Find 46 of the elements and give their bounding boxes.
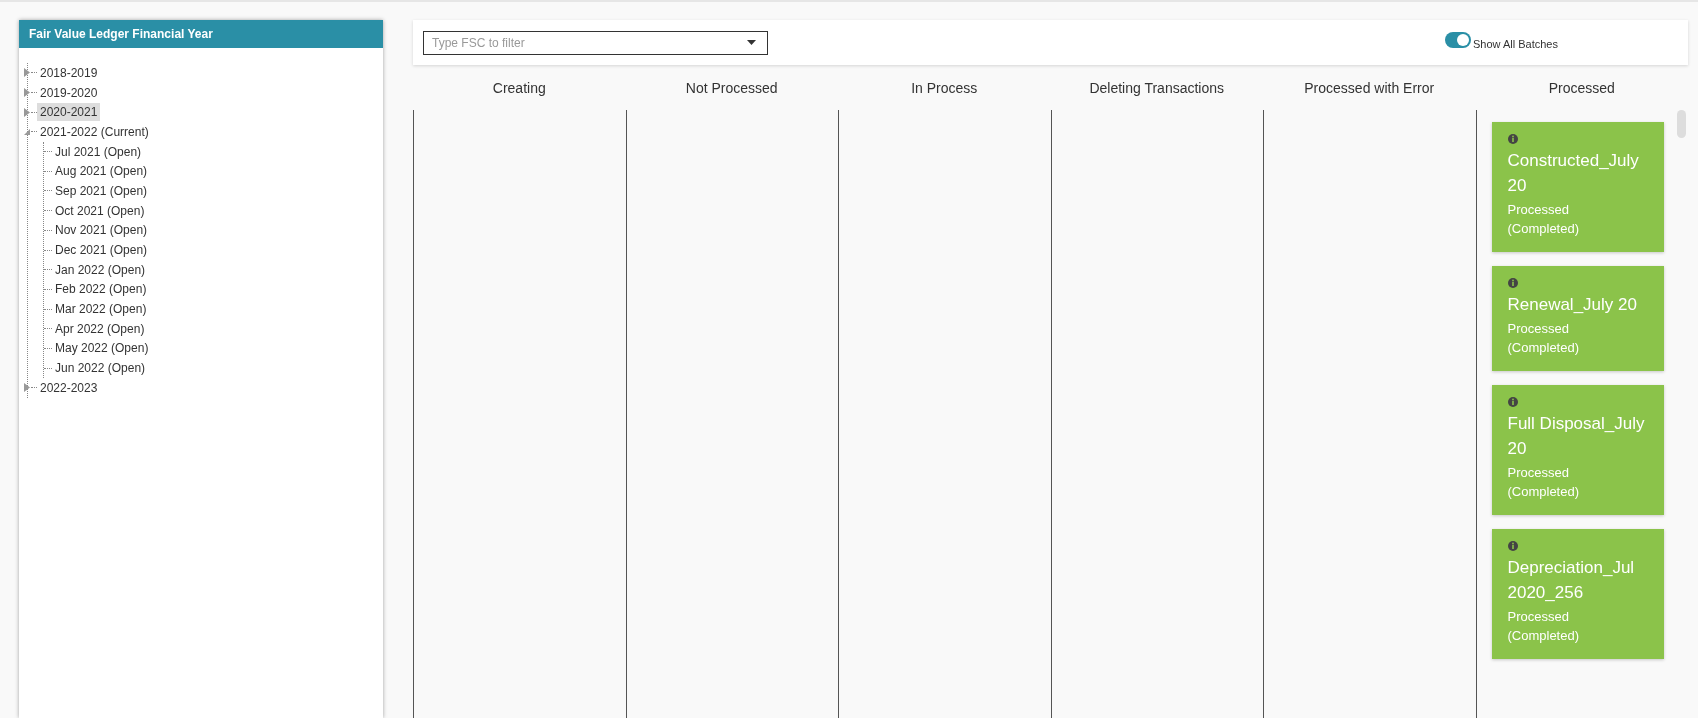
column-header: Deleting Transactions: [1089, 79, 1225, 96]
info-icon: [1507, 541, 1518, 551]
tree-item[interactable]: Feb 2022 (Open): [52, 280, 150, 299]
tree-item[interactable]: Aug 2021 (Open): [52, 162, 151, 181]
column-header: Not Processed: [685, 79, 778, 96]
tree-item[interactable]: Sep 2021 (Open): [52, 181, 151, 200]
batch-status: Processed (Completed): [1507, 320, 1581, 357]
column-header: Processed with Error: [1304, 79, 1435, 96]
panel-title: Fair Value Ledger Financial Year: [19, 20, 383, 48]
batch-status: Processed (Completed): [1507, 464, 1581, 501]
tree-item[interactable]: Oct 2021 (Open): [52, 201, 148, 220]
expand-icon[interactable]: [24, 383, 31, 393]
tree-item[interactable]: 2019-2020: [37, 83, 101, 102]
toggle-label: Show All Batches: [1473, 37, 1558, 50]
batch-title: Constructed_July 20: [1507, 150, 1640, 197]
batch-title: Renewal_July 20: [1507, 294, 1638, 316]
tree-item[interactable]: May 2022 (Open): [52, 339, 152, 358]
batch-status: Processed (Completed): [1507, 608, 1581, 645]
tree-item[interactable]: Apr 2022 (Open): [52, 319, 148, 338]
info-icon: [1507, 278, 1518, 288]
tree-item[interactable]: Jul 2021 (Open): [52, 142, 145, 161]
info-icon: [1507, 134, 1518, 144]
column-header: Processed: [1548, 79, 1615, 96]
expand-icon[interactable]: [24, 107, 31, 117]
tree-item[interactable]: Mar 2022 (Open): [52, 300, 150, 319]
collapse-icon[interactable]: [24, 127, 31, 137]
column-header: Creating: [492, 79, 546, 96]
toggle-switch[interactable]: [1445, 31, 1471, 48]
tree-item[interactable]: Jan 2022 (Open): [52, 260, 149, 279]
tree-item[interactable]: Nov 2021 (Open): [52, 221, 151, 240]
expand-icon[interactable]: [24, 88, 31, 98]
scrollbar-thumb[interactable]: [1677, 110, 1686, 138]
tree-item[interactable]: 2020-2021: [37, 103, 101, 122]
expand-icon[interactable]: [24, 68, 31, 78]
tree-item[interactable]: 2022-2023: [37, 378, 101, 397]
tree-item[interactable]: Dec 2021 (Open): [52, 241, 151, 260]
tree-item[interactable]: 2018-2019: [37, 63, 101, 82]
batch-title: Depreciation_Jul 2020_256: [1507, 557, 1636, 604]
batch-title: Full Disposal_July 20: [1507, 413, 1646, 460]
filter-dropdown[interactable]: Type FSC to filter: [423, 30, 768, 55]
info-icon: [1507, 397, 1518, 407]
caret-icon: [747, 39, 756, 45]
tree-item[interactable]: Jun 2022 (Open): [52, 359, 149, 378]
batch-status: Processed (Completed): [1507, 201, 1581, 238]
tree-item[interactable]: 2021-2022 (Current): [37, 122, 152, 141]
column-header: In Process: [911, 79, 978, 96]
